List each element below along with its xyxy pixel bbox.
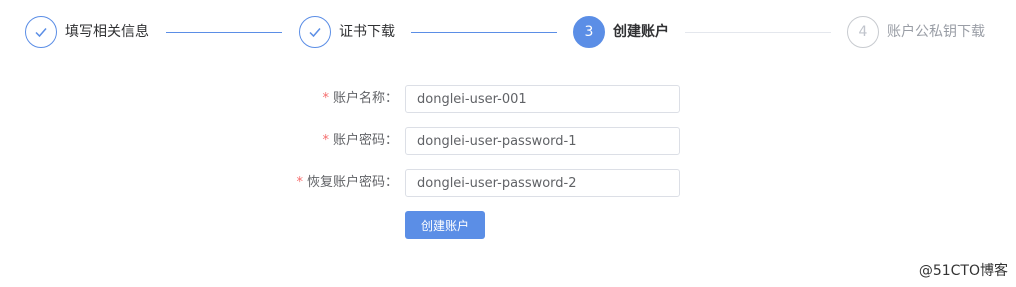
account-password-label: * 账户密码：	[322, 133, 398, 148]
step-2-title: 证书下载	[339, 24, 395, 40]
form-row-account-password: * 账户密码：	[0, 127, 700, 155]
form-row-recovery-password: * 恢复账户密码：	[0, 169, 700, 197]
step-2-check-icon	[299, 16, 331, 48]
create-account-button[interactable]: 创建账户	[405, 211, 485, 239]
form-row-account-name: * 账户名称：	[0, 85, 700, 113]
step-4-number: 4	[847, 16, 879, 48]
required-mark: *	[322, 91, 329, 106]
steps-bar: 填写相关信息 证书下载 3 创建账户 4 账户公私钥下载	[0, 0, 1016, 64]
step-2-connector	[411, 32, 557, 33]
account-name-label: * 账户名称：	[322, 91, 398, 106]
required-mark: *	[322, 133, 329, 148]
step-4-title: 账户公私钥下载	[887, 24, 985, 40]
step-3-number: 3	[573, 16, 605, 48]
step-1-connector	[166, 32, 282, 33]
watermark: @51CTO博客	[918, 263, 1008, 279]
required-mark: *	[296, 175, 303, 190]
step-3-title: 创建账户	[613, 24, 669, 40]
account-password-input[interactable]	[405, 127, 680, 155]
step-1-title: 填写相关信息	[65, 24, 149, 40]
recovery-password-label: * 恢复账户密码：	[296, 175, 398, 190]
step-3-connector	[685, 32, 831, 33]
step-1-check-icon	[25, 16, 57, 48]
account-name-input[interactable]	[405, 85, 680, 113]
recovery-password-input[interactable]	[405, 169, 680, 197]
